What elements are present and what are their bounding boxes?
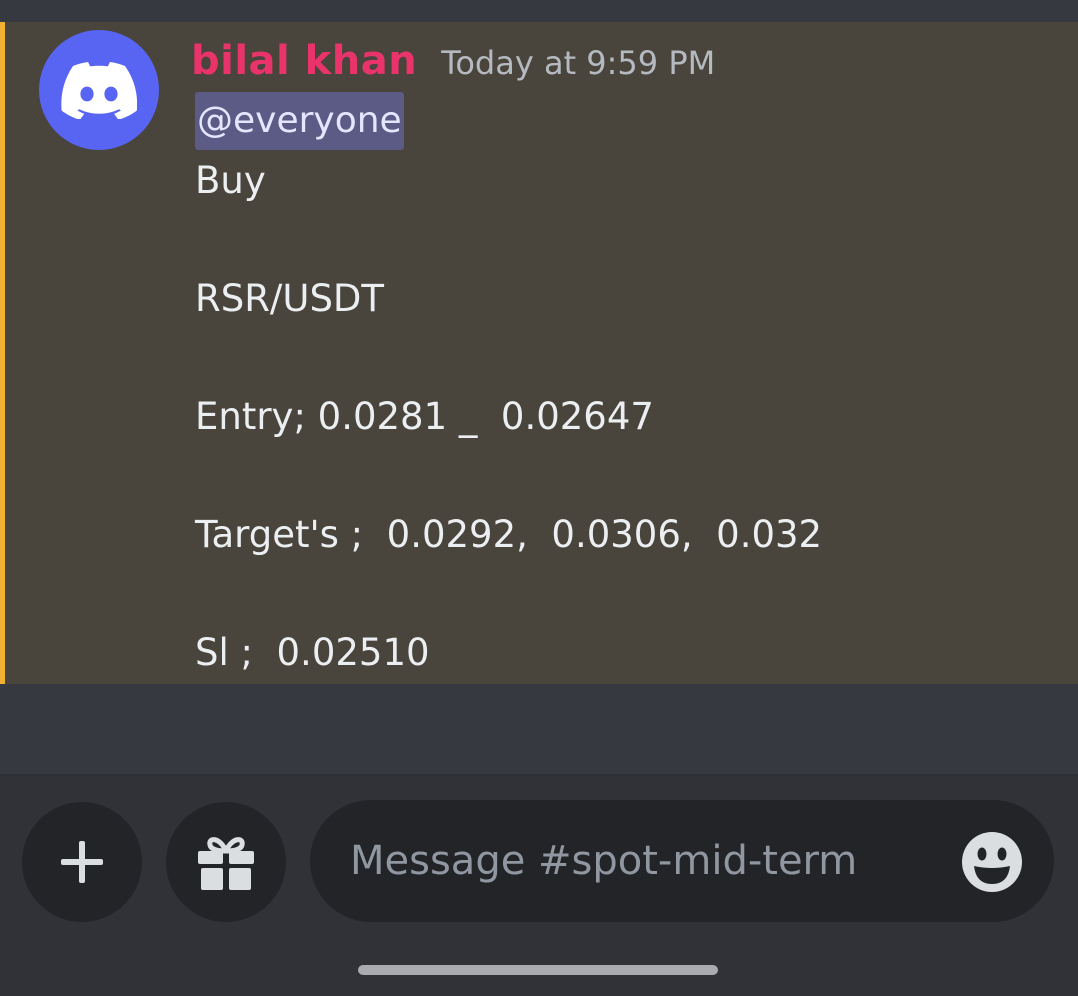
message-line-entry: Entry; 0.0281 _ 0.02647 — [195, 395, 654, 438]
everyone-mention[interactable]: @everyone — [195, 92, 404, 150]
avatar[interactable] — [39, 30, 159, 150]
message-input[interactable]: Message #spot-mid-term — [310, 800, 1054, 922]
top-strip — [0, 0, 1078, 22]
plus-icon — [61, 841, 103, 883]
gift-icon — [198, 837, 254, 890]
message-header: bilal khan Today at 9:59 PM — [191, 38, 715, 84]
home-indicator[interactable] — [358, 965, 718, 975]
emoji-icon — [962, 832, 1022, 892]
message-line-pair: RSR/USDT — [195, 277, 385, 320]
message-line-side: Buy — [195, 159, 266, 202]
message-timestamp: Today at 9:59 PM — [441, 44, 716, 82]
message-input-placeholder: Message #spot-mid-term — [350, 838, 858, 884]
message-line-targets: Target's ; 0.0292, 0.0306, 0.032 — [195, 513, 823, 556]
message-line-stop-loss: Sl ; 0.02510 — [195, 631, 430, 674]
author-name[interactable]: bilal khan — [191, 38, 417, 84]
message-item[interactable]: bilal khan Today at 9:59 PM @everyone Bu… — [0, 22, 1078, 684]
gift-button[interactable] — [166, 802, 286, 922]
discord-logo-icon — [61, 62, 137, 119]
add-attachment-button[interactable] — [22, 802, 142, 922]
emoji-button[interactable] — [960, 830, 1024, 894]
